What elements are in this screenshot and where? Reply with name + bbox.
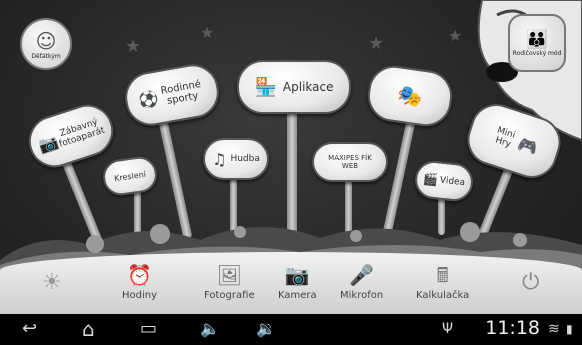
sign-web-label: MAXIPES FÍK WEB bbox=[328, 154, 372, 170]
camera-icon: 📷 bbox=[284, 263, 310, 287]
back-icon[interactable]: ↩ bbox=[22, 318, 37, 340]
sign-apps-label: Aplikace bbox=[282, 80, 334, 94]
power-button[interactable]: ⏻ bbox=[522, 272, 539, 296]
star-icon: ★ bbox=[368, 33, 385, 54]
sign-music[interactable]: ♫ Hudba bbox=[203, 138, 269, 180]
star-icon: ★ bbox=[125, 36, 142, 57]
sun-icon: ☀ bbox=[42, 270, 62, 295]
sign-video-label: Videa bbox=[439, 175, 466, 189]
volume-up-icon[interactable]: 🔉 bbox=[256, 318, 276, 340]
dock-fotografie-label: Fotografie bbox=[204, 290, 255, 301]
shop-icon: 🏪 bbox=[254, 76, 277, 98]
dock-hodiny[interactable]: ⏰ Hodiny bbox=[122, 264, 157, 301]
gamepad-icon: 🎮 bbox=[515, 133, 541, 158]
wifi-icon: ≋ bbox=[548, 321, 560, 337]
home-icon[interactable]: ⌂ bbox=[82, 318, 95, 340]
status-clock: 11:18 bbox=[485, 317, 540, 339]
dock-kamera[interactable]: 📷 Kamera bbox=[278, 264, 317, 301]
dock-fotografie[interactable]: 🖼 Fotografie bbox=[204, 264, 255, 301]
dock-kalkulacka[interactable]: 🖩 Kalkulačka bbox=[416, 264, 469, 301]
sign-characters[interactable]: 🎭 bbox=[364, 62, 456, 130]
dock-kalkulacka-label: Kalkulačka bbox=[416, 290, 470, 301]
calculator-icon: 🖩 bbox=[436, 263, 449, 287]
star-icon: ★ bbox=[448, 26, 463, 45]
bottom-dock: ☀ ⏰ Hodiny 🖼 Fotografie 📷 Kamera 🎤 Mikro… bbox=[0, 252, 582, 314]
sign-fun-camera[interactable]: 📷 Zábavný fotoaparát bbox=[22, 97, 120, 175]
star-icon: ★ bbox=[200, 23, 215, 42]
alarm-clock-icon: ⏰ bbox=[127, 263, 152, 287]
sign-drawing-label: Kreslení bbox=[113, 169, 147, 183]
clapperboard-icon: 🎬 bbox=[422, 171, 439, 188]
microphone-icon: 🎤 bbox=[349, 263, 375, 287]
parent-mode-button[interactable]: 👪 Rodičovský mód bbox=[508, 14, 566, 72]
dock-mikrofon-label: Mikrofon bbox=[340, 290, 384, 301]
child-profile-label: Děťátkým bbox=[31, 52, 61, 60]
child-profile-button[interactable]: ☺ Děťátkým bbox=[20, 18, 72, 70]
characters-icon: 🎭 bbox=[395, 82, 425, 110]
parents-icon: 👪 bbox=[525, 29, 549, 50]
sign-fun-camera-label: Zábavný fotoaparát bbox=[58, 117, 106, 150]
volume-down-icon[interactable]: 🔈 bbox=[200, 318, 220, 340]
sign-web[interactable]: MAXIPES FÍK WEB bbox=[312, 142, 388, 182]
dock-hodiny-label: Hodiny bbox=[122, 290, 158, 301]
sign-drawing[interactable]: Kreslení bbox=[100, 154, 160, 198]
photos-icon: 🖼 bbox=[216, 263, 242, 287]
battery-icon: ▮ bbox=[566, 322, 573, 336]
system-navigation-bar: ↩ ⌂ ▭ 🔈 🔉 Ψ 11:18 ≋ ▮ bbox=[0, 314, 582, 345]
parent-mode-label: Rodičovský mód bbox=[512, 50, 562, 57]
dock-mikrofon[interactable]: 🎤 Mikrofon bbox=[340, 264, 383, 301]
power-icon: ⏻ bbox=[522, 270, 540, 295]
dock-kamera-label: Kamera bbox=[278, 290, 317, 301]
child-face-icon: ☺ bbox=[35, 28, 57, 53]
usb-icon: Ψ bbox=[442, 321, 454, 337]
recent-apps-icon[interactable]: ▭ bbox=[140, 318, 157, 340]
home-screen: { "top": { "child_profile_label": "Děťát… bbox=[0, 0, 582, 345]
sign-video[interactable]: 🎬 Videa bbox=[413, 159, 475, 203]
sign-family-sports[interactable]: ⚽ Rodinné sporty bbox=[121, 60, 223, 130]
sign-family-sports-label: Rodinné sporty bbox=[159, 78, 202, 107]
brightness-button[interactable]: ☀ bbox=[42, 272, 62, 296]
music-note-icon: ♫ bbox=[212, 149, 227, 169]
sign-apps[interactable]: 🏪 Aplikace bbox=[237, 60, 351, 114]
sign-music-label: Hudba bbox=[230, 154, 260, 164]
